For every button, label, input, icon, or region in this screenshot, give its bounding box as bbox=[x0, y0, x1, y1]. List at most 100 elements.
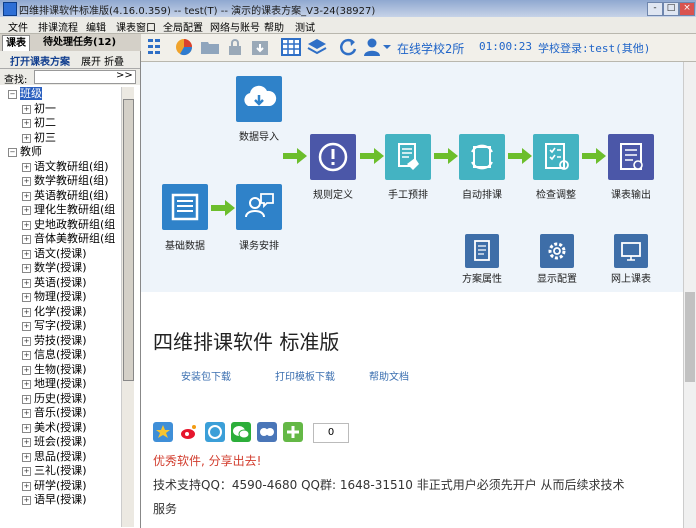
grid-icon[interactable] bbox=[147, 37, 167, 57]
check-adjust-button[interactable] bbox=[533, 134, 579, 180]
tree-item[interactable]: + 研学(授课) bbox=[22, 479, 87, 493]
tree-item[interactable]: + 思品(授课) bbox=[22, 450, 87, 464]
open-plan-button[interactable]: 打开课表方案 bbox=[10, 53, 70, 68]
menu-global-config[interactable]: 全局配置 bbox=[163, 19, 203, 34]
tree-item[interactable]: + 信息(授课) bbox=[22, 348, 87, 362]
left-scrollbar[interactable] bbox=[121, 87, 134, 527]
tree-item[interactable]: + 写字(授课) bbox=[22, 319, 87, 333]
expand-toggle-icon[interactable]: + bbox=[22, 409, 31, 418]
collapse-toggle-icon[interactable]: − bbox=[8, 148, 17, 157]
tree-item[interactable]: + 物理(授课) bbox=[22, 290, 87, 304]
online-timetable-button[interactable] bbox=[614, 234, 648, 268]
school-login-status[interactable]: 学校登录:test(其他) bbox=[538, 40, 650, 56]
expand-toggle-icon[interactable]: + bbox=[22, 394, 31, 404]
menu-test[interactable]: 测试 bbox=[295, 19, 315, 34]
tree-item[interactable]: + 理化生教研组(组 bbox=[22, 203, 115, 217]
pie-chart-icon[interactable] bbox=[174, 37, 194, 57]
expand-toggle-icon[interactable]: + bbox=[22, 351, 31, 360]
expand-toggle-icon[interactable]: + bbox=[22, 496, 31, 505]
renren-icon[interactable] bbox=[257, 422, 277, 442]
layers-icon[interactable] bbox=[307, 37, 327, 57]
menu-timetable-window[interactable]: 课表窗口 bbox=[116, 19, 156, 34]
expand-toggle-icon[interactable]: + bbox=[22, 278, 31, 288]
collapse-toggle-icon[interactable]: − bbox=[8, 90, 17, 99]
collapse-button[interactable]: 折叠 bbox=[104, 53, 124, 68]
tree-item[interactable]: + 史地政教研组(组 bbox=[22, 218, 115, 232]
open-folder-icon[interactable] bbox=[200, 37, 220, 57]
tree-item[interactable]: + 班会(授课) bbox=[22, 435, 87, 449]
tree-item[interactable]: + 美术(授课) bbox=[22, 421, 87, 435]
content-scrollbar-thumb[interactable] bbox=[685, 292, 695, 382]
menu-edit[interactable]: 编辑 bbox=[86, 19, 106, 34]
tree-item[interactable]: + 音乐(授课) bbox=[22, 406, 87, 420]
tab-pending-tasks[interactable]: 待处理任务(12) bbox=[40, 35, 119, 50]
expand-toggle-icon[interactable]: + bbox=[22, 235, 31, 244]
expand-toggle-icon[interactable]: + bbox=[22, 307, 31, 317]
user-icon[interactable] bbox=[363, 37, 391, 57]
tree-item[interactable]: + 数学教研组(组) bbox=[22, 174, 109, 188]
expand-button[interactable]: 展开 bbox=[81, 53, 101, 68]
expand-toggle-icon[interactable]: + bbox=[22, 104, 31, 114]
expand-toggle-icon[interactable]: + bbox=[22, 380, 31, 389]
expand-toggle-icon[interactable]: + bbox=[22, 423, 31, 433]
menu-file[interactable]: 文件 bbox=[8, 19, 28, 34]
expand-toggle-icon[interactable]: + bbox=[22, 191, 31, 201]
expand-toggle-icon[interactable]: + bbox=[22, 249, 31, 259]
online-school-count[interactable]: 在线学校2所 bbox=[397, 40, 464, 57]
tab-timetable[interactable]: 课表 bbox=[2, 35, 30, 51]
tencent-weibo-icon[interactable] bbox=[205, 422, 225, 442]
auto-schedule-button[interactable] bbox=[459, 134, 505, 180]
table-icon[interactable] bbox=[281, 37, 301, 57]
left-scrollbar-thumb[interactable] bbox=[123, 99, 134, 381]
tree-item[interactable]: + 语早(授课) bbox=[22, 493, 87, 507]
course-arrangement-button[interactable] bbox=[236, 184, 282, 230]
expand-toggle-icon[interactable]: + bbox=[22, 467, 31, 476]
expand-toggle-icon[interactable]: + bbox=[22, 133, 31, 143]
tree-item[interactable]: + 化学(授课) bbox=[22, 305, 87, 319]
tree-node-teachers[interactable]: − 教师 bbox=[8, 145, 42, 159]
tree-item[interactable]: + 初一 bbox=[22, 102, 56, 116]
tree-item[interactable]: + 初二 bbox=[22, 116, 56, 130]
menu-network-account[interactable]: 网络与账号 bbox=[210, 19, 260, 34]
expand-toggle-icon[interactable]: + bbox=[22, 438, 31, 447]
content-scrollbar[interactable] bbox=[683, 62, 696, 528]
display-config-button[interactable] bbox=[540, 234, 574, 268]
print-template-link[interactable]: 打印模板下载 bbox=[275, 368, 335, 383]
minimize-button[interactable]: - bbox=[647, 2, 663, 16]
maximize-button[interactable]: □ bbox=[663, 2, 679, 16]
expand-toggle-icon[interactable]: + bbox=[22, 452, 31, 462]
basic-data-button[interactable] bbox=[162, 184, 208, 230]
install-download-link[interactable]: 安装包下载 bbox=[181, 368, 231, 383]
wechat-icon[interactable] bbox=[231, 422, 251, 442]
data-import-button[interactable] bbox=[236, 76, 282, 122]
expand-toggle-icon[interactable]: + bbox=[22, 162, 31, 172]
rule-definition-button[interactable] bbox=[310, 134, 356, 180]
tree-item[interactable]: + 语文教研组(组) bbox=[22, 160, 109, 174]
expand-toggle-icon[interactable]: + bbox=[22, 322, 31, 331]
tree-item[interactable]: + 音体美教研组(组 bbox=[22, 232, 115, 246]
tree-node-classes[interactable]: − 班级 bbox=[8, 87, 42, 101]
download-icon[interactable] bbox=[250, 37, 270, 57]
tree-item[interactable]: + 历史(授课) bbox=[22, 392, 87, 406]
expand-toggle-icon[interactable]: + bbox=[22, 481, 31, 491]
tree-item[interactable]: + 英语教研组(组) bbox=[22, 189, 109, 203]
qzone-star-icon[interactable] bbox=[153, 422, 173, 442]
tree-item[interactable]: + 劳技(授课) bbox=[22, 334, 87, 348]
timetable-output-button[interactable] bbox=[608, 134, 654, 180]
expand-toggle-icon[interactable]: + bbox=[22, 177, 31, 186]
weibo-icon[interactable] bbox=[179, 422, 199, 442]
menu-scheduling-flow[interactable]: 排课流程 bbox=[38, 19, 78, 34]
plan-properties-button[interactable] bbox=[465, 234, 499, 268]
tree-item[interactable]: + 地理(授课) bbox=[22, 377, 87, 391]
expand-toggle-icon[interactable]: + bbox=[22, 206, 31, 215]
expand-toggle-icon[interactable]: + bbox=[22, 336, 31, 346]
close-button[interactable]: × bbox=[679, 2, 695, 16]
menu-help[interactable]: 帮助 bbox=[264, 19, 284, 34]
help-doc-link[interactable]: 帮助文档 bbox=[369, 368, 409, 383]
more-button[interactable]: >> bbox=[116, 70, 133, 81]
tree-item[interactable]: + 英语(授课) bbox=[22, 276, 87, 290]
expand-toggle-icon[interactable]: + bbox=[22, 293, 31, 302]
tree-item[interactable]: + 三礼(授课) bbox=[22, 464, 87, 478]
tree-item[interactable]: + 生物(授课) bbox=[22, 363, 87, 377]
tree-item[interactable]: + 语文(授课) bbox=[22, 247, 87, 261]
